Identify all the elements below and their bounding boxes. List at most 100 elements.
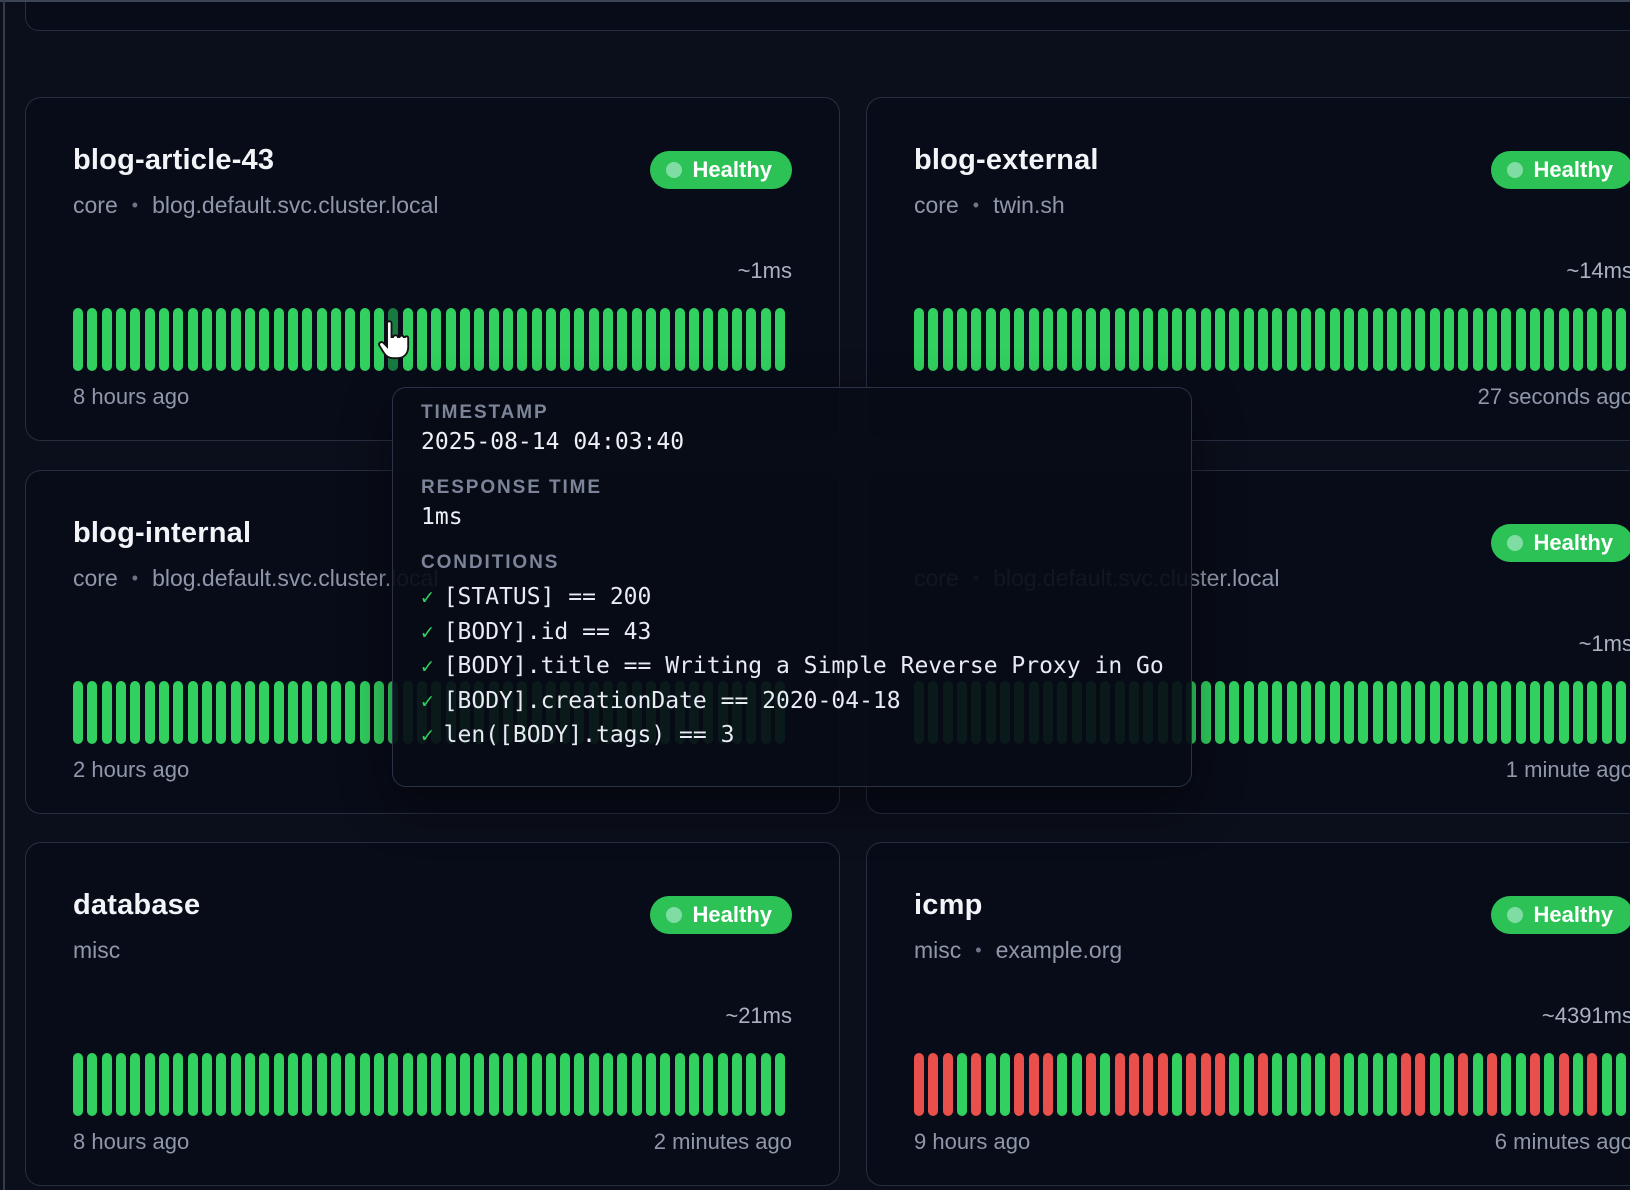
uptime-bar-success[interactable] xyxy=(116,308,126,371)
uptime-bar-success[interactable] xyxy=(1373,1053,1383,1116)
uptime-bar-success[interactable] xyxy=(288,681,298,744)
uptime-bar-success[interactable] xyxy=(603,308,613,371)
uptime-bar-success[interactable] xyxy=(446,308,456,371)
uptime-bar-success[interactable] xyxy=(1287,1053,1297,1116)
uptime-bar-success[interactable] xyxy=(928,308,938,371)
uptime-bar-success[interactable] xyxy=(1602,681,1612,744)
uptime-bar-success[interactable] xyxy=(331,1053,341,1116)
uptime-bar-success[interactable] xyxy=(1358,308,1368,371)
uptime-bar-success[interactable] xyxy=(288,308,298,371)
uptime-bar-success[interactable] xyxy=(560,1053,570,1116)
uptime-bar-success[interactable] xyxy=(1000,1053,1010,1116)
uptime-bar-success[interactable] xyxy=(331,308,341,371)
uptime-bar-success[interactable] xyxy=(417,308,427,371)
uptime-bar-success[interactable] xyxy=(345,308,355,371)
uptime-bar-failure[interactable] xyxy=(1043,1053,1053,1116)
uptime-bar-failure[interactable] xyxy=(1415,1053,1425,1116)
uptime-bar-success[interactable] xyxy=(302,1053,312,1116)
uptime-bar-success[interactable] xyxy=(1186,308,1196,371)
uptime-bar-success[interactable] xyxy=(1415,308,1425,371)
uptime-bar-success[interactable] xyxy=(302,681,312,744)
uptime-bar-success[interactable] xyxy=(1014,308,1024,371)
uptime-bar-success[interactable] xyxy=(617,1053,627,1116)
uptime-bar-success[interactable] xyxy=(159,308,169,371)
uptime-bar-success[interactable] xyxy=(617,308,627,371)
uptime-bar-success[interactable] xyxy=(188,681,198,744)
uptime-bar-success[interactable] xyxy=(1201,681,1211,744)
uptime-bar-success[interactable] xyxy=(116,1053,126,1116)
uptime-bar-success[interactable] xyxy=(1057,308,1067,371)
uptime-bar-success[interactable] xyxy=(216,1053,226,1116)
uptime-bar-success[interactable] xyxy=(1129,308,1139,371)
uptime-bar-success[interactable] xyxy=(746,1053,756,1116)
uptime-bar-success[interactable] xyxy=(675,308,685,371)
uptime-bar-success[interactable] xyxy=(589,308,599,371)
uptime-bar-success[interactable] xyxy=(546,1053,556,1116)
uptime-bar-success[interactable] xyxy=(130,1053,140,1116)
uptime-bar-success[interactable] xyxy=(116,681,126,744)
uptime-bar-success[interactable] xyxy=(1315,681,1325,744)
uptime-bar-success[interactable] xyxy=(1602,1053,1612,1116)
uptime-bar-failure[interactable] xyxy=(1201,1053,1211,1116)
uptime-bar-success[interactable] xyxy=(345,681,355,744)
uptime-bar-success[interactable] xyxy=(775,1053,785,1116)
uptime-bar-failure[interactable] xyxy=(1215,1053,1225,1116)
uptime-bar-failure[interactable] xyxy=(1143,1053,1153,1116)
uptime-bar-success[interactable] xyxy=(546,308,556,371)
uptime-bar-success[interactable] xyxy=(957,1053,967,1116)
uptime-bar-success[interactable] xyxy=(1201,308,1211,371)
uptime-bar-success[interactable] xyxy=(431,308,441,371)
uptime-bar-success[interactable] xyxy=(1373,681,1383,744)
uptime-bar-success[interactable] xyxy=(374,681,384,744)
uptime-bar-success[interactable] xyxy=(1415,681,1425,744)
uptime-bar-success[interactable] xyxy=(288,1053,298,1116)
uptime-bar-success[interactable] xyxy=(87,1053,97,1116)
uptime-bar-failure[interactable] xyxy=(943,1053,953,1116)
uptime-bar-success[interactable] xyxy=(302,308,312,371)
uptime-bar-success[interactable] xyxy=(173,1053,183,1116)
uptime-bar-success[interactable] xyxy=(1358,1053,1368,1116)
uptime-bar-success[interactable] xyxy=(1244,681,1254,744)
uptime-bar-success[interactable] xyxy=(986,1053,996,1116)
uptime-bar-success[interactable] xyxy=(603,1053,613,1116)
uptime-bar-success[interactable] xyxy=(1587,681,1597,744)
uptime-bar-success[interactable] xyxy=(532,1053,542,1116)
uptime-bar-success[interactable] xyxy=(1229,308,1239,371)
uptime-bar-success[interactable] xyxy=(1258,308,1268,371)
uptime-bar-failure[interactable] xyxy=(1158,1053,1168,1116)
uptime-bar-success[interactable] xyxy=(87,308,97,371)
uptime-bar-success[interactable] xyxy=(1258,681,1268,744)
uptime-bar-success[interactable] xyxy=(689,308,699,371)
uptime-bar-success[interactable] xyxy=(1172,308,1182,371)
uptime-bar-success[interactable] xyxy=(446,1053,456,1116)
uptime-bar-success[interactable] xyxy=(245,681,255,744)
uptime-bar-success[interactable] xyxy=(1229,681,1239,744)
uptime-bar-success[interactable] xyxy=(1086,308,1096,371)
uptime-bar-success[interactable] xyxy=(503,308,513,371)
uptime-bar-success[interactable] xyxy=(331,681,341,744)
uptime-bar-success[interactable] xyxy=(1143,308,1153,371)
uptime-bar-success[interactable] xyxy=(574,308,584,371)
uptime-bar-success[interactable] xyxy=(503,1053,513,1116)
uptime-bar-success[interactable] xyxy=(1072,308,1082,371)
uptime-bar-success[interactable] xyxy=(360,681,370,744)
uptime-bar-success[interactable] xyxy=(1401,308,1411,371)
uptime-bar-failure[interactable] xyxy=(1014,1053,1024,1116)
uptime-bar-success[interactable] xyxy=(1315,1053,1325,1116)
uptime-bar-success[interactable] xyxy=(732,1053,742,1116)
uptime-bar-success[interactable] xyxy=(632,308,642,371)
uptime-bar-success[interactable] xyxy=(245,308,255,371)
uptime-bar-success[interactable] xyxy=(317,308,327,371)
uptime-bar-success[interactable] xyxy=(986,308,996,371)
uptime-bar-success[interactable] xyxy=(1530,308,1540,371)
uptime-bar-success[interactable] xyxy=(1344,308,1354,371)
uptime-bar-success[interactable] xyxy=(1587,308,1597,371)
uptime-bar-success[interactable] xyxy=(703,308,713,371)
uptime-bar-success[interactable] xyxy=(202,308,212,371)
uptime-bar-success[interactable] xyxy=(216,308,226,371)
uptime-bar-success[interactable] xyxy=(1516,681,1526,744)
uptime-bar-success[interactable] xyxy=(1358,681,1368,744)
uptime-bar-success[interactable] xyxy=(1516,308,1526,371)
uptime-bar-success[interactable] xyxy=(259,1053,269,1116)
uptime-bar-success[interactable] xyxy=(1616,1053,1626,1116)
